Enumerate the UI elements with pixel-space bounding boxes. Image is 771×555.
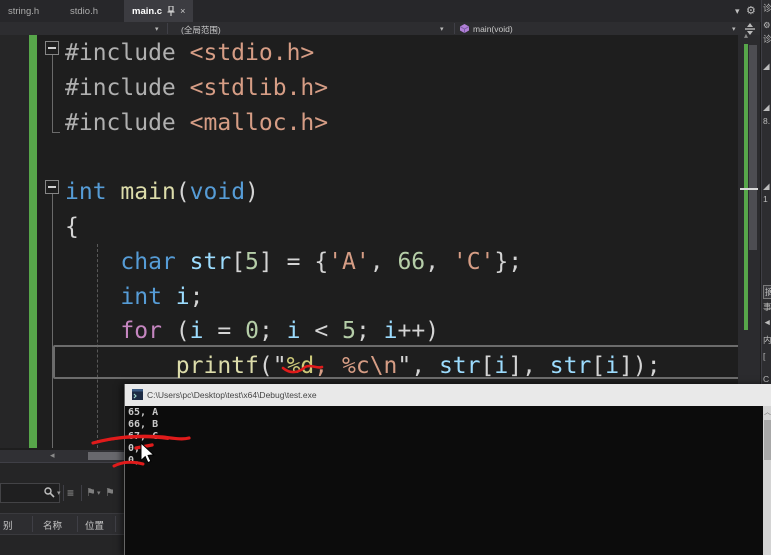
diagnostic-panel-fragment: 诊: [763, 3, 771, 13]
code-line-8[interactable]: int i;: [65, 280, 203, 315]
editor-tab-bar: string.h stdio.h main.c × ▾ ⚙: [0, 0, 771, 22]
code-line-2[interactable]: #include <stdlib.h>: [65, 71, 328, 106]
code-line-5[interactable]: int main(void): [65, 175, 259, 210]
search-options-chevron-icon[interactable]: ▾: [57, 489, 61, 497]
column-header-3[interactable]: 位置: [85, 518, 104, 532]
column-header-2[interactable]: 名称: [43, 518, 62, 532]
breakpoint-gutter[interactable]: [0, 35, 29, 448]
console-scrollbar[interactable]: ︿: [763, 406, 771, 555]
code-line-7[interactable]: char str[5] = {'A', 66, 'C'};: [65, 245, 522, 280]
project-dropdown-chevron-icon[interactable]: ▾: [155, 25, 159, 33]
diagnostic-panel-fragment: 8.: [763, 116, 771, 126]
fold-toggle-main[interactable]: [45, 180, 59, 194]
tab-string-h[interactable]: string.h: [0, 0, 47, 22]
diagnostic-panel-fragment: 1: [763, 194, 768, 204]
diagnostic-panel-fragment: 事: [763, 302, 771, 312]
console-output-line: 0,: [128, 455, 141, 466]
settings-gear-icon[interactable]: ⚙: [746, 4, 756, 17]
horizontal-scrollbar-thumb[interactable]: [88, 452, 124, 460]
flag-new-icon[interactable]: ⚑: [105, 486, 115, 499]
column-separator[interactable]: [77, 516, 78, 532]
tab-label: stdio.h: [70, 5, 98, 17]
scroll-up-arrow-icon[interactable]: ▴: [744, 31, 748, 40]
horizontal-scrollbar[interactable]: ◂: [0, 450, 124, 462]
flag-icon[interactable]: ⚑: [86, 486, 96, 499]
fold-line: [52, 194, 53, 448]
console-output-line: 66, B: [128, 419, 159, 430]
code-line-1[interactable]: #include <stdio.h>: [65, 36, 314, 71]
tab-list-chevron-icon[interactable]: ▾: [735, 6, 740, 17]
console-window[interactable]: C:\Users\pc\Desktop\test\x64\Debug\test.…: [124, 384, 771, 555]
column-header-1[interactable]: 别: [3, 518, 13, 532]
console-output-line: 0,: [128, 443, 141, 454]
fold-line: [52, 55, 53, 132]
console-output-line: 65, A: [128, 407, 159, 418]
flag-chevron-icon[interactable]: ▾: [97, 489, 101, 497]
console-scroll-up-icon[interactable]: ︿: [764, 407, 771, 417]
code-navigation-bar: ▾ (全局范围) ▾ main(void) ▾: [0, 22, 760, 36]
diagnostic-panel-fragment: ◢: [763, 61, 770, 71]
member-dropdown[interactable]: main(void): [473, 24, 513, 34]
tab-label: main.c: [132, 5, 163, 17]
diagnostic-panel-fragment: ◢: [763, 181, 770, 191]
console-app-icon: [132, 389, 143, 400]
vertical-scrollbar-thumb[interactable]: [749, 45, 757, 250]
console-title-text: C:\Users\pc\Desktop\test\x64\Debug\test.…: [147, 390, 317, 400]
diagnostic-panel-fragment: C: [763, 374, 770, 384]
tab-stdio-h[interactable]: stdio.h: [62, 0, 106, 22]
columns-list-icon[interactable]: ≡: [67, 486, 74, 500]
console-title-bar[interactable]: C:\Users\pc\Desktop\test\x64\Debug\test.…: [125, 384, 771, 406]
toolbar-separator: [81, 485, 82, 501]
column-separator[interactable]: [115, 516, 116, 532]
fold-toggle-includes[interactable]: [45, 41, 59, 55]
navbar-separator: [454, 23, 455, 34]
column-separator[interactable]: [32, 516, 33, 532]
diagnostic-panel-fragment: [: [763, 351, 766, 361]
fold-line-end: [52, 132, 60, 133]
code-line-3[interactable]: #include <malloc.h>: [65, 106, 328, 141]
vs-ide-window: string.h stdio.h main.c × ▾ ⚙ ▾ (全局范围) ▾ ma…: [0, 0, 771, 555]
diagnostic-panel-fragment: 诊: [763, 34, 771, 44]
diagnostic-panel-fragment: ◢: [763, 102, 770, 112]
diagnostic-panel-fragment: ⚙: [763, 20, 771, 30]
console-scrollbar-thumb[interactable]: [764, 420, 771, 460]
console-output-line: 67, C: [128, 431, 159, 442]
code-line-6[interactable]: {: [65, 210, 79, 245]
close-tab-icon[interactable]: ×: [180, 6, 185, 16]
scrollbar-caret-marker: [740, 188, 758, 190]
navbar-separator: [167, 23, 168, 34]
toolbar-separator: [63, 485, 64, 501]
diagnostic-panel-fragment: 内: [763, 335, 771, 345]
tab-label: string.h: [8, 5, 40, 17]
scroll-left-arrow-icon[interactable]: ◂: [50, 450, 55, 461]
member-cube-icon: [460, 24, 469, 33]
console-output-area[interactable]: 65, A 66, B 67, C 0, 0,: [125, 406, 763, 555]
change-tracking-bar: [29, 35, 37, 448]
tab-main-c[interactable]: main.c ×: [124, 0, 194, 22]
scrollbar-change-annotation: [744, 44, 748, 330]
pin-icon[interactable]: [167, 6, 175, 16]
diagnostic-tools-panel-sliver: 诊 ⚙ 诊 ◢ ◢ 8. ◢ 1 摘事 ◄ 内 [ C: [761, 0, 771, 384]
member-dropdown-chevron-icon[interactable]: ▾: [732, 25, 736, 33]
code-line-9[interactable]: for (i = 0; i < 5; i++): [65, 314, 439, 349]
diagnostic-panel-fragment: 摘: [763, 285, 771, 299]
scope-dropdown-chevron-icon[interactable]: ▾: [440, 25, 444, 33]
diagnostic-panel-fragment: ◄: [763, 317, 771, 327]
search-icon[interactable]: [44, 487, 55, 498]
code-line-10[interactable]: printf("%d, %c\n", str[i], str[i]);: [65, 349, 661, 384]
